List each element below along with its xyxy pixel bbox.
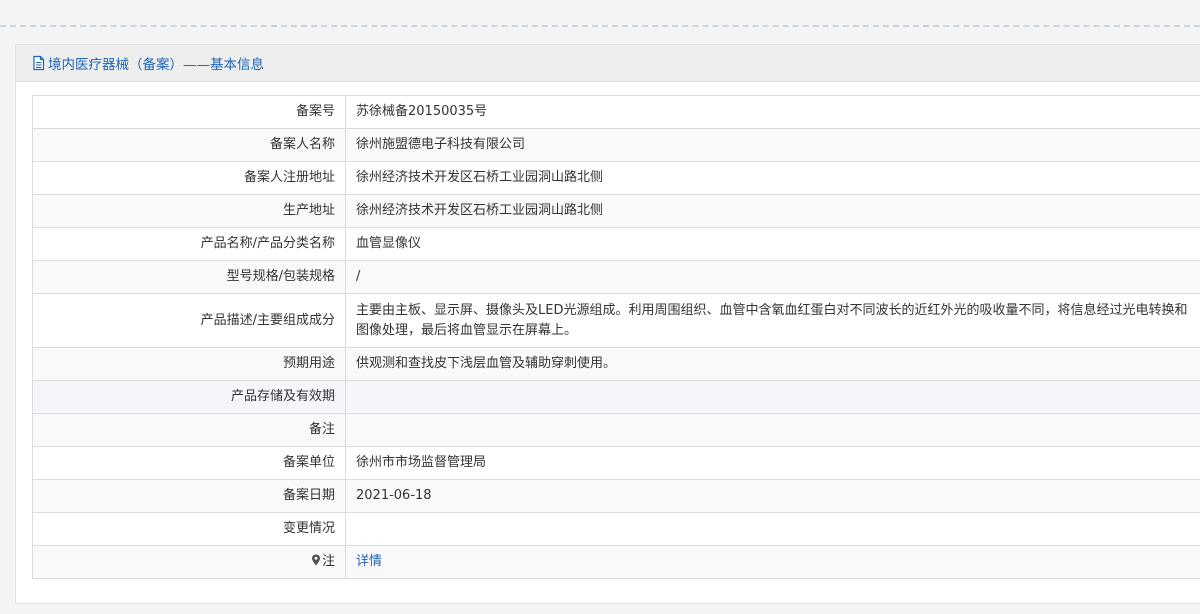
note-label-cell: 注 xyxy=(32,545,346,579)
info-table: 备案号 苏徐械备20150035号 备案人名称 徐州施盟德电子科技有限公司 备案… xyxy=(32,95,1200,579)
row-label: 型号规格/包装规格 xyxy=(32,260,346,294)
row-value xyxy=(345,512,1200,546)
panel-title: 境内医疗器械（备案）——基本信息 xyxy=(48,57,264,73)
row-value: 血管显像仪 xyxy=(345,227,1200,261)
row-label: 备案人名称 xyxy=(32,128,346,162)
row-value: 主要由主板、显示屏、摄像头及LED光源组成。利用周围组织、血管中含氧血红蛋白对不… xyxy=(345,293,1200,348)
table-row: 预期用途 供观测和查找皮下浅层血管及辅助穿刺使用。 xyxy=(32,347,1200,381)
row-value: 徐州经济技术开发区石桥工业园洞山路北侧 xyxy=(345,194,1200,228)
note-label: 注 xyxy=(321,554,335,569)
panel-header: 境内医疗器械（备案）——基本信息 xyxy=(16,45,1200,82)
row-label: 变更情况 xyxy=(32,512,346,546)
row-label: 备案号 xyxy=(32,95,346,129)
row-label: 备案单位 xyxy=(32,446,346,480)
row-value: 徐州经济技术开发区石桥工业园洞山路北侧 xyxy=(345,161,1200,195)
note-row: 注 详情 xyxy=(32,545,1200,579)
table-row: 产品描述/主要组成成分 主要由主板、显示屏、摄像头及LED光源组成。利用周围组织… xyxy=(32,293,1200,348)
basic-info-panel: 境内医疗器械（备案）——基本信息 备案号 苏徐械备20150035号 备案人名称… xyxy=(15,44,1200,604)
row-label: 产品存储及有效期 xyxy=(32,380,346,414)
row-label: 产品名称/产品分类名称 xyxy=(32,227,346,261)
table-row: 型号规格/包装规格 / xyxy=(32,260,1200,294)
row-label: 备案人注册地址 xyxy=(32,161,346,195)
table-row: 产品存储及有效期 xyxy=(32,380,1200,414)
row-value xyxy=(345,413,1200,447)
table-row: 备案号 苏徐械备20150035号 xyxy=(32,95,1200,129)
row-label: 预期用途 xyxy=(32,347,346,381)
top-divider xyxy=(0,25,1200,27)
row-value xyxy=(345,380,1200,414)
map-pin-icon xyxy=(311,553,321,566)
row-value: 2021-06-18 xyxy=(345,479,1200,513)
row-value: 徐州施盟德电子科技有限公司 xyxy=(345,128,1200,162)
row-value: 苏徐械备20150035号 xyxy=(345,95,1200,129)
row-label: 备案日期 xyxy=(32,479,346,513)
row-label: 产品描述/主要组成成分 xyxy=(32,293,346,348)
row-value: 徐州市市场监督管理局 xyxy=(345,446,1200,480)
table-row: 备案人名称 徐州施盟德电子科技有限公司 xyxy=(32,128,1200,162)
details-link[interactable]: 详情 xyxy=(356,554,382,569)
row-label: 备注 xyxy=(32,413,346,447)
row-label: 生产地址 xyxy=(32,194,346,228)
document-icon xyxy=(32,55,46,71)
table-row: 生产地址 徐州经济技术开发区石桥工业园洞山路北侧 xyxy=(32,194,1200,228)
table-row: 变更情况 xyxy=(32,512,1200,546)
table-row: 产品名称/产品分类名称 血管显像仪 xyxy=(32,227,1200,261)
row-value: / xyxy=(345,260,1200,294)
table-row: 备案单位 徐州市市场监督管理局 xyxy=(32,446,1200,480)
table-row: 备案日期 2021-06-18 xyxy=(32,479,1200,513)
table-row: 备注 xyxy=(32,413,1200,447)
table-row: 备案人注册地址 徐州经济技术开发区石桥工业园洞山路北侧 xyxy=(32,161,1200,195)
note-value-cell: 详情 xyxy=(345,545,1200,579)
row-value: 供观测和查找皮下浅层血管及辅助穿刺使用。 xyxy=(345,347,1200,381)
